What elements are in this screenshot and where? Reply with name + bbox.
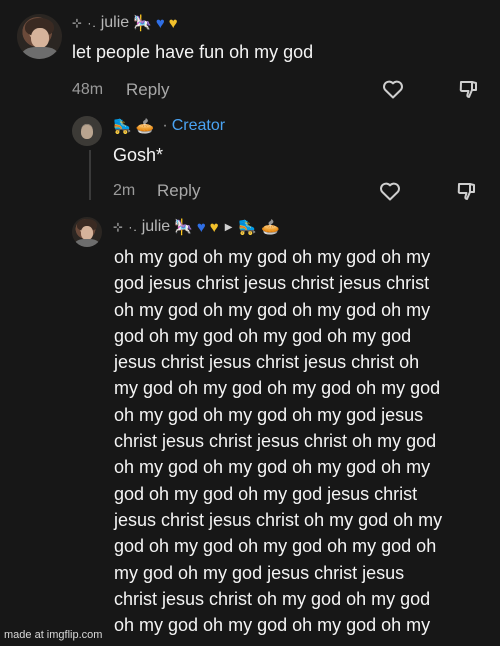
comment-timestamp: 48m — [72, 81, 104, 98]
thumbs-down-icon[interactable] — [455, 179, 479, 203]
comment-text: Gosh* — [113, 145, 164, 165]
roller-skate-emoji: 🛼 — [113, 118, 132, 135]
comment-username[interactable]: 🛼 🥧 · Creator — [113, 117, 225, 135]
separator-dot: · — [162, 117, 168, 134]
yellow-heart-emoji: ♥ — [168, 14, 178, 32]
comment-text: let people have fun oh my god — [72, 42, 314, 62]
reply-button[interactable]: Reply — [157, 181, 200, 201]
sparkle-icon: ⊹ ·. — [113, 220, 138, 234]
pie-emoji: 🥧 — [261, 219, 280, 236]
heart-outline-icon[interactable] — [381, 77, 405, 101]
avatar[interactable] — [72, 217, 102, 247]
thumbs-down-icon[interactable] — [457, 77, 481, 101]
blue-heart-emoji: ♥ — [196, 218, 206, 236]
comment-username[interactable]: ⊹ ·. julie 🎠 ♥ ♥ ▶ 🛼 🥧 — [113, 218, 280, 236]
thread-line — [89, 150, 91, 200]
pie-emoji: 🥧 — [135, 118, 155, 135]
reply-button[interactable]: Reply — [126, 80, 169, 100]
heart-outline-icon[interactable] — [378, 179, 402, 203]
creator-badge: Creator — [171, 117, 226, 134]
blue-heart-emoji: ♥ — [155, 14, 165, 32]
avatar[interactable] — [17, 14, 62, 59]
yellow-heart-emoji: ♥ — [209, 218, 219, 236]
carousel-horse-emoji: 🎠 — [174, 219, 193, 236]
avatar[interactable] — [72, 116, 102, 146]
comment-username[interactable]: ⊹ ·. julie 🎠 ♥ ♥ — [72, 14, 178, 32]
sparkle-icon: ⊹ ·. — [72, 16, 97, 30]
triangle-right-icon: ▶ — [224, 221, 233, 233]
roller-skate-emoji: 🛼 — [238, 219, 258, 236]
carousel-horse-emoji: 🎠 — [133, 15, 152, 32]
comment-meta: 2m Reply — [113, 181, 200, 201]
comment-timestamp: 2m — [113, 182, 136, 199]
comment-text: oh my god oh my god oh my god oh my god … — [114, 247, 443, 636]
username-text: julie — [141, 218, 171, 235]
comment-meta: 48m Reply — [72, 80, 169, 100]
username-text: julie — [100, 14, 130, 31]
watermark: made at imgflip.com — [4, 629, 103, 641]
